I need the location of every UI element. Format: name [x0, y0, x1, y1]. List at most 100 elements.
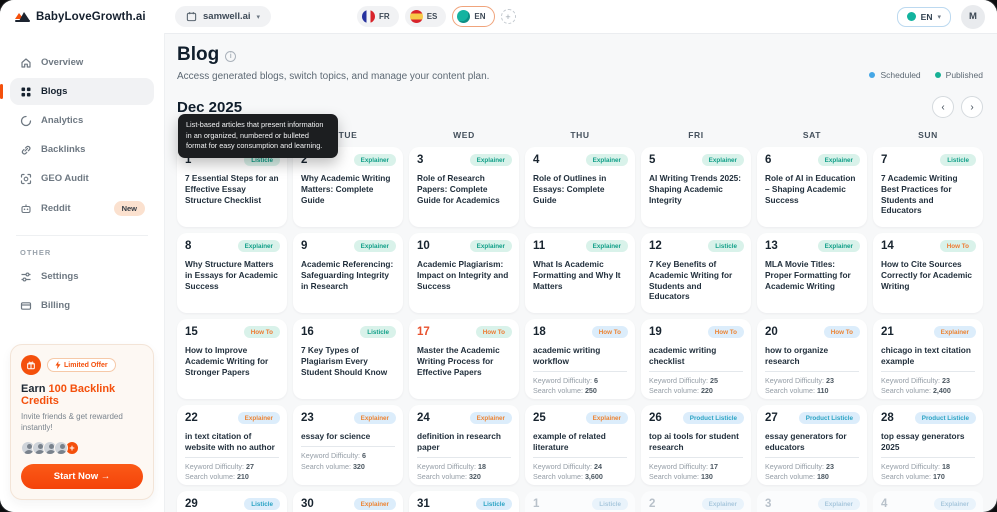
calendar-cell-day-20[interactable]: 20 How To how to organize research Keyword …	[757, 319, 867, 399]
sidebar-item-billing[interactable]: Billing	[10, 292, 154, 319]
calendar-cell-day-9[interactable]: 9 Explainer Academic Referencing: Safeguar…	[293, 233, 403, 313]
article-type-badge: Product Listicle	[914, 412, 976, 424]
article-type-badge: Explainer	[469, 154, 512, 166]
article-type-badge: Explainer	[353, 240, 396, 252]
calendar-cell-day-13[interactable]: 13 Explainer MLA Movie Titles: Proper Form…	[757, 233, 867, 313]
language-pill-fr[interactable]: FR	[357, 6, 399, 27]
article-type-badge: Explainer	[469, 240, 512, 252]
keyword-stats: Keyword Difficulty: 23 Search volume: 110	[765, 376, 859, 398]
main-content: Blog i Access generated blogs, switch to…	[165, 34, 997, 512]
sidebar-item-settings[interactable]: Settings	[10, 263, 154, 290]
locale-selector[interactable]: EN ▾	[896, 6, 951, 27]
article-title: Role of Outlines in Essays: Complete Gui…	[533, 173, 607, 205]
article-title: Academic Plagiarism: Impact on Integrity…	[417, 259, 509, 291]
calendar-cell-day-25[interactable]: 25 Explainer example of related literature…	[525, 405, 635, 485]
article-type-badge: Listicle	[708, 240, 744, 252]
calendar-cell-day-2[interactable]: 2 Explainer Why Academic Writing Matters: …	[293, 147, 403, 227]
calendar-cell-day-16[interactable]: 16 Listicle 7 Key Types of Plagiarism Ever…	[293, 319, 403, 399]
language-code: FR	[379, 12, 390, 21]
calendar-cell-day-3-next-month[interactable]: 3Explainerchat gpt creators	[757, 491, 867, 512]
calendar-cell-day-31[interactable]: 31Listicleresearch paper checklist	[409, 491, 519, 512]
calendar-cell-day-7[interactable]: 7 Listicle 7 Academic Writing Best Practic…	[873, 147, 983, 227]
sidebar-item-overview[interactable]: Overview	[10, 49, 154, 76]
sidebar-item-backlinks[interactable]: Backlinks	[10, 136, 154, 163]
new-badge: New	[113, 201, 145, 216]
sidebar-item-analytics[interactable]: Analytics	[10, 107, 154, 134]
sidebar-item-label: Reddit	[41, 203, 71, 214]
add-language-button[interactable]: +	[500, 9, 516, 24]
next-month-button[interactable]: ›	[961, 96, 983, 118]
calendar-cell-day-10[interactable]: 10 Explainer Academic Plagiarism: Impact o…	[409, 233, 519, 313]
robot-icon	[19, 202, 32, 215]
article-type-badge: Explainer	[817, 240, 860, 252]
article-title: definition in research paper	[417, 431, 511, 458]
calendar-cell-day-5[interactable]: 5 Explainer AI Writing Trends 2025: Shapin…	[641, 147, 751, 227]
keyword-difficulty: Keyword Difficulty: 27	[185, 461, 254, 471]
language-pill-es[interactable]: ES	[404, 6, 447, 27]
article-title: Master the Academic Writing Process for …	[417, 345, 500, 377]
calendar-cell-day-28[interactable]: 28 Product Listicle top essay generators 2…	[873, 405, 983, 485]
calendar-cell-day-30[interactable]: 30Explainer2000 words how many pages	[293, 491, 403, 512]
sidebar-item-geo-audit[interactable]: GEO Audit	[10, 165, 154, 192]
calendar-cell-day-4[interactable]: 4 Explainer Role of Outlines in Essays: Co…	[525, 147, 635, 227]
calendar-cell-day-12[interactable]: 12 Listicle 7 Key Benefits of Academic Wri…	[641, 233, 751, 313]
calendar-cell-day-2-next-month[interactable]: 2Explainerhow long is an essay	[641, 491, 751, 512]
legend-item-scheduled: Scheduled	[869, 70, 921, 80]
sidebar-item-blogs[interactable]: Blogs	[0, 78, 154, 105]
calendar-cell-day-17[interactable]: 17 How To Master the Academic Writing Proc…	[409, 319, 519, 399]
calendar-cell-day-29[interactable]: 29Listicleways to avoid plagiarism	[177, 491, 287, 512]
calendar-cell-day-24[interactable]: 24 Explainer definition in research paper K…	[409, 405, 519, 485]
keyword-difficulty: Keyword Difficulty: 17	[649, 461, 718, 471]
offer-title: Earn 100 Backlink Credits	[21, 383, 116, 408]
calendar-cell-day-22[interactable]: 22 Explainer in text citation of website w…	[177, 405, 287, 485]
calendar-cell-day-4-next-month[interactable]: 4Explaineressay on nature	[873, 491, 983, 512]
prev-month-button[interactable]: ‹	[932, 96, 954, 118]
calendar-cell-day-19[interactable]: 19 How To academic writing checklist Keywor…	[641, 319, 751, 399]
home-icon	[19, 56, 32, 69]
globe-flag-icon	[457, 10, 471, 23]
calendar-cell-day-15[interactable]: 15 How To How to Improve Academic Writing …	[177, 319, 287, 399]
keyword-difficulty: Keyword Difficulty: 6	[533, 375, 598, 385]
calendar-cell-day-8[interactable]: 8 Explainer Why Structure Matters in Essay…	[177, 233, 287, 313]
article-type-badge: Explainer	[585, 154, 628, 166]
calendar-cell-day-11[interactable]: 11 Explainer What Is Academic Formatting a…	[525, 233, 635, 313]
sidebar-section-label: OTHER	[20, 248, 52, 257]
search-volume: Search volume: 2,400	[881, 386, 951, 396]
brand-logo[interactable]: BabyLoveGrowth.ai	[0, 10, 165, 23]
topbar: BabyLoveGrowth.ai samwell.ai ▾ FR ES EN + E…	[0, 0, 997, 33]
article-title: Why Structure Matters in Essays for Acad…	[185, 259, 278, 291]
calendar-cell-day-6[interactable]: 6 Explainer Role of AI in Education – Shap…	[757, 147, 867, 227]
calendar-cell-day-26[interactable]: 26 Product Listicle top ai tools for stude…	[641, 405, 751, 485]
start-now-button[interactable]: Start Now →	[21, 464, 143, 489]
user-avatar[interactable]: M	[961, 4, 985, 29]
offer-avatars: +	[21, 441, 143, 455]
article-type-badge: Explainer	[237, 412, 280, 424]
article-type-badge: Explainer	[237, 240, 280, 252]
calendar-cell-day-1-next-month[interactable]: 1Listiclecitation styles checklist	[525, 491, 635, 512]
article-type-badge: How To	[243, 326, 280, 338]
page-subtitle: Access generated blogs, switch topics, a…	[177, 71, 490, 82]
article-title: in text citation of website with no auth…	[185, 431, 279, 458]
article-type-badge: How To	[707, 326, 744, 338]
calendar-cell-day-27[interactable]: 27 Product Listicle essay generators for e…	[757, 405, 867, 485]
calendar-cell-day-18[interactable]: 18 How To academic writing workflow Keyword…	[525, 319, 635, 399]
keyword-stats: Keyword Difficulty: 17 Search volume: 130	[649, 462, 743, 484]
search-volume: Search volume: 130	[649, 472, 713, 482]
globe-dot-icon	[906, 12, 916, 21]
language-pill-en[interactable]: EN	[452, 6, 495, 27]
keyword-stats: Keyword Difficulty: 25 Search volume: 220	[649, 376, 743, 398]
article-type-badge: Explainer	[353, 498, 396, 510]
sidebar-item-reddit[interactable]: Reddit New	[10, 194, 154, 223]
calendar-cell-day-1[interactable]: 1 Listicle 7 Essential Steps for an Effect…	[177, 147, 287, 227]
page-title: Blog	[177, 44, 220, 65]
info-icon[interactable]: i	[225, 50, 237, 62]
article-type-badge: Explainer	[585, 240, 628, 252]
calendar-cell-day-23[interactable]: 23 Explainer essay for science Keyword Diff…	[293, 405, 403, 485]
language-code: EN	[474, 12, 486, 21]
workspace-selector[interactable]: samwell.ai ▾	[175, 6, 272, 27]
calendar-cell-day-14[interactable]: 14 How To How to Cite Sources Correctly fo…	[873, 233, 983, 313]
keyword-stats: Keyword Difficulty: 23 Search volume: 2,4…	[881, 376, 975, 398]
calendar-cell-day-21[interactable]: 21 Explainer chicago in text citation exam…	[873, 319, 983, 399]
article-title: example of related literature	[533, 431, 627, 458]
calendar-cell-day-3[interactable]: 3 Explainer Role of Research Papers: Compl…	[409, 147, 519, 227]
